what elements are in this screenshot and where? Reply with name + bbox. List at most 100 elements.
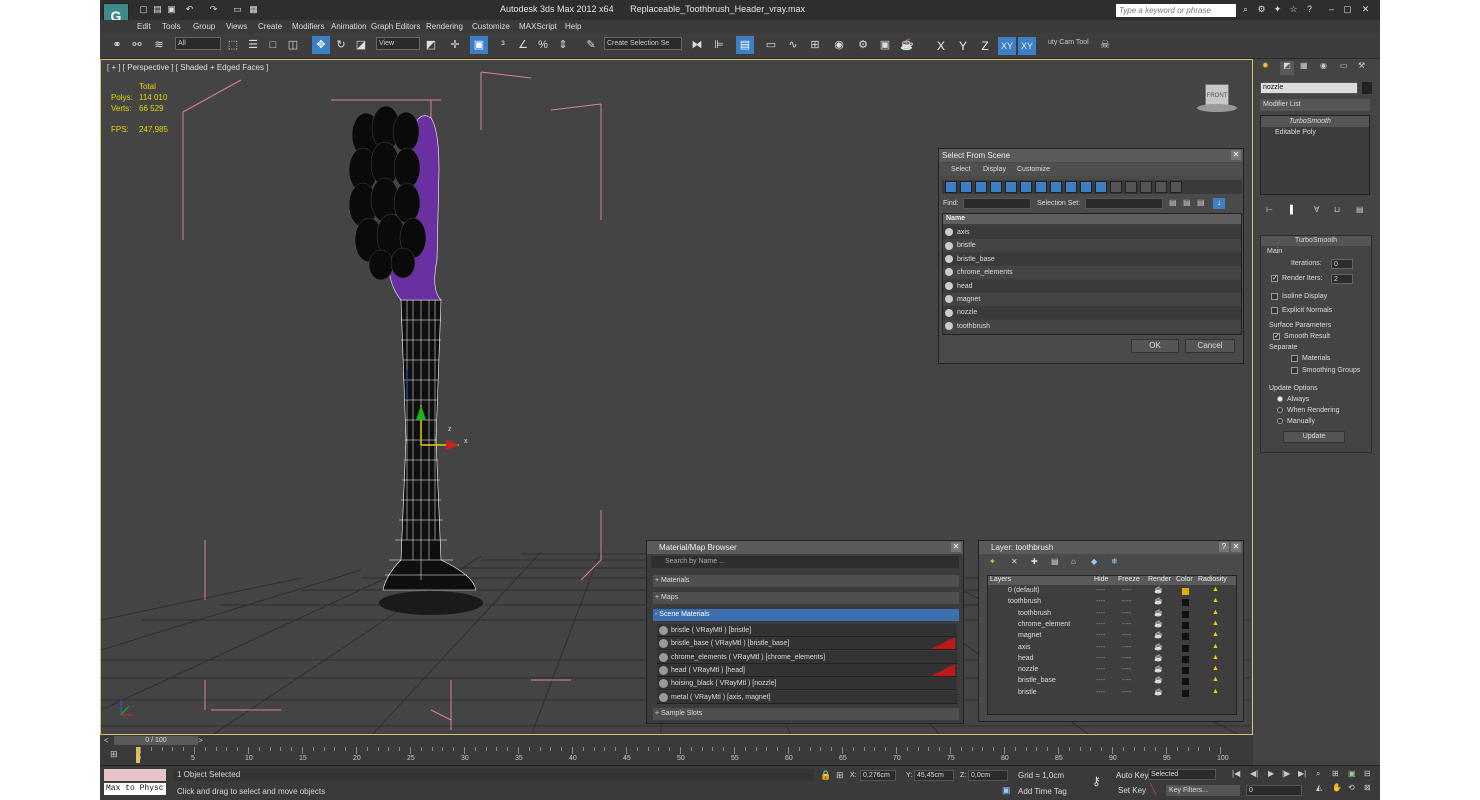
- scene-object-row[interactable]: bristle_base: [943, 252, 1241, 266]
- group-maps[interactable]: + Maps: [653, 592, 959, 604]
- orbit-icon[interactable]: ⟲: [1348, 783, 1355, 792]
- when-rendering-radio[interactable]: [1277, 407, 1283, 414]
- set-key-button[interactable]: Set Key: [1118, 786, 1146, 795]
- scene-material-row[interactable]: chrome_elements ( VRayMtl ) [chrome_elem…: [657, 650, 957, 664]
- menu-views[interactable]: Views: [226, 22, 247, 31]
- layer-freeze-toggle[interactable]: ----: [1122, 621, 1131, 628]
- time-tag-icon[interactable]: ▣: [1002, 785, 1011, 796]
- layer-freeze-toggle[interactable]: ----: [1122, 666, 1131, 673]
- layer-color-swatch[interactable]: [1182, 633, 1189, 641]
- layer-row[interactable]: bristle ---- ---- ☕ ▲: [988, 688, 1236, 699]
- mini-curve-editor-icon[interactable]: ⊞: [110, 749, 124, 761]
- edit-named-selection-icon[interactable]: ✎: [582, 36, 600, 54]
- layer-freeze-toggle[interactable]: ----: [1122, 689, 1131, 696]
- scene-filter-icon[interactable]: [1080, 181, 1092, 193]
- isoline-row[interactable]: Isoline Display: [1271, 290, 1327, 303]
- scene-filter-icon[interactable]: [1170, 181, 1182, 193]
- y-coordinate-field[interactable]: 45,45cm: [914, 770, 954, 781]
- minimize-icon[interactable]: –: [1326, 4, 1337, 15]
- rendered-frame-window-icon[interactable]: ▣: [876, 36, 894, 54]
- cam-tool-label[interactable]: uty Cam Tool: [1046, 37, 1094, 50]
- pivot-center-icon[interactable]: ◩: [422, 36, 440, 54]
- radiosity-lamp-icon[interactable]: ▲: [1212, 688, 1219, 695]
- render-teapot-icon[interactable]: ☕: [1154, 688, 1163, 696]
- layer-freeze-toggle[interactable]: ----: [1122, 610, 1131, 617]
- render-iters-checkbox[interactable]: [1271, 274, 1278, 282]
- set-tool-icon[interactable]: ▤: [1183, 198, 1191, 207]
- scene-filter-icon[interactable]: [1065, 181, 1077, 193]
- render-teapot-icon[interactable]: ☕: [1154, 597, 1163, 605]
- play-icon[interactable]: ▶: [1268, 769, 1274, 778]
- layer-hide-toggle[interactable]: ----: [1096, 677, 1105, 684]
- menu-customize[interactable]: Customize: [472, 22, 510, 31]
- menu-edit[interactable]: Edit: [137, 22, 151, 31]
- scene-material-row[interactable]: hoising_black ( VRayMtl ) [nozzle]: [657, 677, 957, 691]
- configure-sets-icon[interactable]: ▤: [1356, 205, 1364, 214]
- scene-filter-icon[interactable]: [1050, 181, 1062, 193]
- menu-rendering[interactable]: Rendering: [426, 22, 463, 31]
- scene-object-row[interactable]: head: [943, 279, 1241, 293]
- subscription-icon[interactable]: ⚙: [1256, 4, 1267, 15]
- manually-radio[interactable]: [1277, 418, 1283, 425]
- favorites-icon[interactable]: ☆: [1288, 4, 1299, 15]
- keyboard-shortcut-override-icon[interactable]: ▣: [470, 36, 488, 54]
- smooth-result-checkbox[interactable]: [1273, 332, 1280, 340]
- align-icon[interactable]: ⊫: [710, 36, 728, 54]
- time-slider-thumb[interactable]: 0 / 100: [114, 736, 198, 745]
- col-color[interactable]: Color: [1176, 576, 1193, 583]
- viewcube-front-face[interactable]: FRONT: [1205, 84, 1229, 106]
- ribbon-icon[interactable]: ▭: [762, 36, 780, 54]
- layer-row[interactable]: chrome_element ---- ---- ☕ ▲: [988, 620, 1236, 631]
- layer-color-swatch[interactable]: [1182, 610, 1189, 618]
- group-scene-materials[interactable]: - Scene Materials: [653, 609, 959, 621]
- layer-hide-toggle[interactable]: ----: [1096, 644, 1105, 651]
- scene-filter-icon[interactable]: [975, 181, 987, 193]
- angle-snap-icon[interactable]: ∠: [514, 36, 532, 54]
- window-crossing-icon[interactable]: ◫: [284, 36, 302, 54]
- viewcube-ring[interactable]: [1197, 104, 1237, 112]
- communication-icon[interactable]: ✦: [1272, 4, 1283, 15]
- select-by-name-icon[interactable]: ☰: [244, 36, 262, 54]
- render-setup-icon[interactable]: ⚙: [854, 36, 872, 54]
- menu-tools[interactable]: Tools: [162, 22, 181, 31]
- layer-row[interactable]: toothbrush ---- ---- ☕ ▲: [988, 609, 1236, 620]
- scene-filter-icon[interactable]: [1110, 181, 1122, 193]
- open-file-icon[interactable]: ▤: [152, 4, 163, 15]
- layer-freeze-toggle[interactable]: ----: [1122, 632, 1131, 639]
- layer-color-swatch[interactable]: [1182, 588, 1189, 595]
- close-icon[interactable]: ✕: [1231, 542, 1241, 552]
- explicit-normals-checkbox[interactable]: [1271, 306, 1278, 314]
- col-layers[interactable]: Layers: [990, 576, 1011, 583]
- render-teapot-icon[interactable]: ☕: [1154, 654, 1163, 662]
- restrict-y-button[interactable]: Y: [954, 37, 972, 55]
- current-frame-field[interactable]: 0: [1246, 785, 1302, 796]
- render-iters-spinner[interactable]: 2: [1331, 274, 1353, 284]
- maxscript-listener-input[interactable]: [104, 769, 166, 781]
- pan-icon[interactable]: ✋: [1332, 783, 1342, 792]
- layer-row[interactable]: magnet ---- ---- ☕ ▲: [988, 631, 1236, 642]
- schematic-view-icon[interactable]: ⊞: [806, 36, 824, 54]
- create-tab-icon[interactable]: ✹: [1262, 61, 1269, 70]
- layer-row[interactable]: axis ---- ---- ☕ ▲: [988, 643, 1236, 654]
- select-and-scale-icon[interactable]: ◪: [352, 36, 370, 54]
- mirror-icon[interactable]: ⧓: [688, 36, 706, 54]
- remove-modifier-icon[interactable]: ⊔: [1334, 205, 1340, 214]
- selection-set-dropdown[interactable]: [1085, 198, 1163, 209]
- layer-manager-icon[interactable]: ▤: [736, 36, 754, 54]
- snaps-toggle-icon[interactable]: ³: [494, 36, 512, 54]
- layer-hide-toggle[interactable]: ----: [1096, 587, 1105, 594]
- render-teapot-icon[interactable]: ☕: [1154, 620, 1163, 628]
- lock-selection-icon[interactable]: 🔒: [820, 770, 831, 781]
- render-iters-row[interactable]: Render Iters:: [1271, 272, 1322, 285]
- scene-filter-icon[interactable]: [1095, 181, 1107, 193]
- hide-all-icon[interactable]: ◆: [1091, 557, 1097, 566]
- show-end-result-icon[interactable]: ▌: [1290, 205, 1296, 214]
- add-time-tag-button[interactable]: Add Time Tag: [1018, 787, 1067, 796]
- menu-animation[interactable]: Animation: [331, 22, 367, 31]
- scene-object-row[interactable]: bristle: [943, 239, 1241, 253]
- next-frame-icon[interactable]: >: [198, 736, 208, 745]
- set-tool-icon[interactable]: ▤: [1197, 198, 1205, 207]
- highlight-layer-icon[interactable]: ⌂: [1071, 557, 1076, 566]
- layer-color-swatch[interactable]: [1182, 667, 1189, 675]
- help-button[interactable]: ?: [1219, 542, 1229, 552]
